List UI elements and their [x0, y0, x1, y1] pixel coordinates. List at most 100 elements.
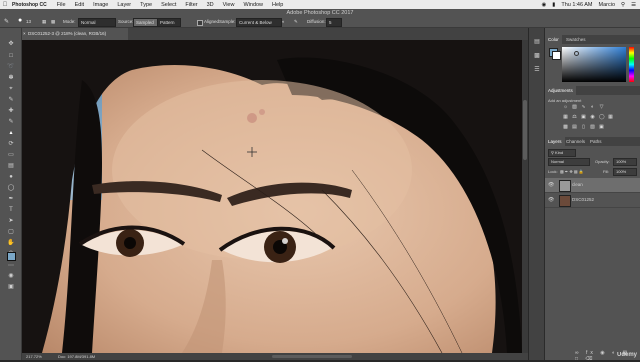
new-layer-icon[interactable]: □	[575, 356, 581, 362]
pressure-icon[interactable]: ✎	[294, 19, 298, 25]
eraser-tool-icon[interactable]: ▭	[7, 151, 15, 159]
channel-mixer-icon[interactable]: ◯	[599, 115, 605, 120]
visibility-eye-icon[interactable]: 👁	[548, 197, 554, 203]
tab-channels[interactable]: Channels	[563, 137, 588, 146]
horizontal-scrollbar[interactable]	[272, 355, 352, 358]
brightness-icon[interactable]: ☼	[563, 105, 568, 110]
menu-image[interactable]: Image	[93, 2, 108, 8]
clock[interactable]: Thu 1:46 AM	[561, 2, 592, 8]
brush-preview-icon[interactable]: ●	[18, 17, 22, 24]
layer-name[interactable]: clean	[572, 182, 583, 187]
aligned-checkbox[interactable]	[197, 20, 203, 26]
layer-row-dsc01252[interactable]: 👁 DSC01252	[545, 193, 640, 208]
clone-stamp-preset-icon[interactable]: ✎	[4, 18, 9, 25]
battery-icon[interactable]: ▮	[552, 2, 555, 8]
menu-filter[interactable]: Filter	[185, 2, 197, 8]
gradient-tool-icon[interactable]: ▤	[7, 162, 15, 170]
hue-saturation-icon[interactable]: ▦	[563, 115, 568, 120]
foreground-color-swatch[interactable]	[7, 252, 16, 261]
layer-name[interactable]: DSC01252	[572, 197, 594, 202]
user-name[interactable]: Marcio	[599, 2, 616, 8]
quick-mask-icon[interactable]: ◉	[7, 272, 15, 280]
app-menu[interactable]: Photoshop CC	[12, 2, 47, 8]
source-pattern-button[interactable]: Pattern	[157, 18, 181, 27]
source-sampled-button[interactable]: Sampled	[133, 18, 159, 27]
tab-paths[interactable]: Paths	[587, 137, 605, 146]
menu-help[interactable]: Help	[272, 2, 283, 8]
shape-tool-icon[interactable]: ▢	[7, 228, 15, 236]
add-mask-icon[interactable]: ◉	[600, 350, 607, 356]
screen-mode-icon[interactable]: ▣	[7, 283, 15, 291]
vertical-scrollbar[interactable]	[522, 40, 528, 353]
brush-size-value[interactable]: 13	[26, 19, 31, 24]
clone-source-icon[interactable]: ▩	[51, 19, 55, 25]
menu-select[interactable]: Select	[161, 2, 176, 8]
blur-tool-icon[interactable]: ●	[7, 173, 15, 181]
apple-icon[interactable]: 	[0, 2, 10, 8]
marquee-tool-icon[interactable]: □	[7, 52, 15, 60]
brush-panel-icon[interactable]: ▦	[42, 19, 46, 25]
black-white-icon[interactable]: ▣	[581, 115, 586, 120]
color-lookup-icon[interactable]: ▦	[608, 115, 613, 120]
mode-select[interactable]: Normal	[78, 18, 116, 27]
lasso-tool-icon[interactable]: ➰	[7, 63, 15, 71]
menu-3d[interactable]: 3D	[207, 2, 214, 8]
gradient-map-icon[interactable]: ▧	[590, 125, 595, 130]
path-select-tool-icon[interactable]: ➤	[7, 217, 15, 225]
search-icon[interactable]: ⚲	[621, 2, 625, 8]
layer-filter-kind[interactable]: ⚲ Kind	[548, 149, 576, 157]
diffusion-select[interactable]: 5	[326, 18, 342, 27]
pen-tool-icon[interactable]: ✒	[7, 195, 15, 203]
hue-slider[interactable]	[629, 47, 634, 82]
tab-layers[interactable]: Layers	[545, 137, 565, 146]
color-picker-ring[interactable]	[574, 51, 579, 56]
history-brush-tool-icon[interactable]: ⟳	[7, 140, 15, 148]
brush-tool-icon[interactable]: ✎	[7, 118, 15, 126]
invert-icon[interactable]: ▩	[563, 125, 568, 130]
exposure-icon[interactable]: ◐	[590, 105, 595, 110]
healing-brush-tool-icon[interactable]: ✚	[7, 107, 15, 115]
close-tab-icon[interactable]: ×	[23, 28, 26, 40]
move-tool-icon[interactable]: ✥	[7, 40, 15, 48]
menu-edit[interactable]: Edit	[75, 2, 84, 8]
crop-tool-icon[interactable]: ⌖	[7, 85, 15, 93]
menu-type[interactable]: Type	[140, 2, 152, 8]
hand-tool-icon[interactable]: ✋	[7, 239, 15, 247]
sample-select[interactable]: Current & Below	[236, 18, 282, 27]
posterize-icon[interactable]: ▤	[572, 125, 577, 130]
quick-select-tool-icon[interactable]: ✽	[7, 74, 15, 82]
menu-file[interactable]: File	[57, 2, 66, 8]
delete-layer-icon[interactable]: ⌫	[585, 356, 595, 362]
ignore-adjustments-icon[interactable]: ◐	[282, 19, 285, 24]
lock-icons[interactable]: ▩ ✒ ✥ ▦ 🔒	[560, 169, 584, 174]
wifi-icon[interactable]: ◉	[541, 2, 546, 8]
menu-view[interactable]: View	[223, 2, 235, 8]
layer-row-clean[interactable]: 👁 clean	[545, 178, 640, 193]
curves-icon[interactable]: ∿	[581, 105, 586, 110]
blend-mode-select[interactable]: Normal	[548, 158, 590, 166]
eyedropper-tool-icon[interactable]: ✎	[7, 96, 15, 104]
clone-source-panel-icon[interactable]: ▩	[533, 52, 541, 60]
zoom-level[interactable]: 217.72%	[26, 353, 42, 360]
properties-panel-icon[interactable]: ☰	[533, 66, 541, 74]
color-field[interactable]	[562, 47, 626, 82]
opacity-input[interactable]: 100%	[613, 158, 637, 166]
menu-layer[interactable]: Layer	[117, 2, 131, 8]
clone-stamp-tool-icon[interactable]: ▴	[7, 129, 15, 137]
more-tools-icon[interactable]: ⋯	[7, 262, 15, 270]
menu-window[interactable]: Window	[243, 2, 263, 8]
menu-list-icon[interactable]: ☰	[631, 2, 636, 8]
levels-icon[interactable]: ▧	[572, 105, 577, 110]
color-balance-icon[interactable]: ⚖	[572, 115, 577, 120]
document-canvas[interactable]	[22, 40, 522, 353]
history-panel-icon[interactable]: ▤	[533, 38, 541, 46]
selective-color-icon[interactable]: ▣	[599, 125, 604, 130]
photo-filter-icon[interactable]: ◉	[590, 115, 595, 120]
tab-adjustments[interactable]: Adjustments	[545, 86, 576, 95]
threshold-icon[interactable]: ▯	[581, 125, 586, 130]
fill-input[interactable]: 100%	[613, 168, 637, 176]
tab-swatches[interactable]: Swatches	[563, 35, 589, 44]
panel-background-swatch[interactable]	[552, 51, 561, 60]
vibrance-icon[interactable]: ▽	[599, 105, 604, 110]
visibility-eye-icon[interactable]: 👁	[548, 182, 554, 188]
